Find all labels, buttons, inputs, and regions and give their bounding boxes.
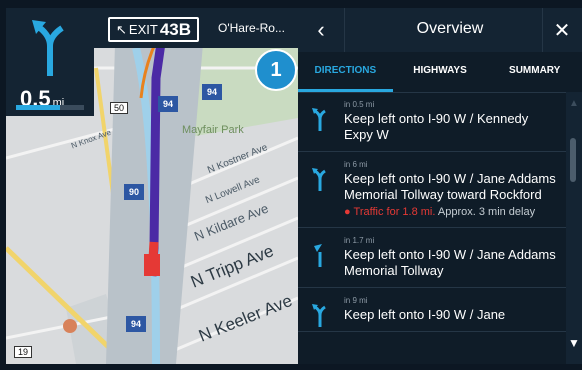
progress-fill (16, 105, 61, 110)
exit-number: 43B (159, 19, 191, 39)
navigation-screen: Mayfair Park N Knox Ave N Kostner Ave N … (0, 0, 582, 370)
keep-left-icon (312, 304, 326, 327)
traffic-notice: ● Traffic for 1.8 mi. Approx. 3 min dela… (344, 205, 560, 219)
list-item[interactable]: in 0.5 mi Keep left onto I-90 W / Kenned… (298, 92, 566, 152)
scroll-down-icon[interactable]: ▼ (568, 336, 580, 350)
step-distance: in 1.7 mi (344, 236, 375, 245)
tab-highways[interactable]: HIGHWAYS (393, 52, 488, 92)
tab-bar: DIRECTIONS HIGHWAYS SUMMARY (298, 52, 582, 93)
car-icon: ● (344, 206, 351, 218)
route-50-badge: 50 (110, 102, 129, 114)
panel-title: Overview (416, 20, 484, 37)
list-item[interactable]: in 1.7 mi Keep left onto I-90 W / Jane A… (298, 228, 566, 288)
step-distance: in 9 mi (344, 296, 368, 305)
route-overview-panel: ‹ Overview ✕ DIRECTIONS HIGHWAYS SUMMARY… (298, 8, 582, 364)
scroll-up-icon[interactable]: ▲ (569, 98, 579, 109)
interstate-94-shield: 94 (158, 96, 178, 112)
park-label: Mayfair Park (182, 124, 244, 136)
traffic-text: Traffic for 1.8 mi. (353, 206, 436, 218)
step-distance: in 0.5 mi (344, 100, 375, 109)
step-instruction: Keep left onto I-90 W / Jane Addams Memo… (344, 171, 556, 202)
list-item[interactable]: in 9 mi Keep left onto I-90 W / Jane (298, 288, 566, 332)
keep-left-icon (312, 168, 326, 191)
divider (344, 8, 345, 52)
divider (542, 8, 543, 52)
scroll-thumb[interactable] (570, 138, 576, 182)
scrollbar[interactable]: ▲ ▼ (566, 92, 582, 364)
exit-sign: ↖ EXIT 43B (108, 17, 199, 42)
exit-arrow-icon: ↖ (116, 21, 127, 37)
directions-list[interactable]: in 0.5 mi Keep left onto I-90 W / Kenned… (298, 92, 566, 364)
exit-label: EXIT (128, 22, 158, 37)
keep-left-icon (314, 244, 322, 267)
back-button[interactable]: ‹ (306, 16, 336, 44)
towards-label: O'Hare-Ro... (218, 21, 285, 35)
step-instruction: Keep left onto I-90 W / Jane Addams Memo… (344, 247, 556, 278)
tab-summary[interactable]: SUMMARY (487, 52, 582, 92)
tab-directions[interactable]: DIRECTIONS (298, 52, 393, 92)
close-button[interactable]: ✕ (548, 16, 576, 44)
step-number-badge: 1 (255, 49, 297, 91)
step-distance: in 6 mi (344, 160, 368, 169)
panel-header: ‹ Overview ✕ (298, 8, 582, 52)
delay-text: Approx. 3 min delay (437, 206, 536, 218)
interstate-94-shield: 94 (126, 316, 146, 332)
next-maneuver-panel: 0.5 mi (6, 8, 94, 116)
interstate-90-shield: 90 (124, 184, 144, 200)
keep-left-arrow-icon (32, 20, 64, 76)
signpost-bar: ↖ EXIT 43B O'Hare-Ro... (94, 8, 298, 48)
interstate-94-shield: 94 (202, 84, 222, 100)
list-item[interactable]: in 6 mi Keep left onto I-90 W / Jane Add… (298, 152, 566, 228)
route-19-badge: 19 (14, 346, 33, 358)
maneuver-progress-bar (16, 105, 84, 110)
vehicle-marker (144, 254, 160, 276)
keep-left-icon (312, 108, 326, 131)
step-instruction: Keep left onto I-90 W / Kennedy Expy W (344, 111, 529, 142)
step-instruction: Keep left onto I-90 W / Jane (344, 307, 506, 322)
poi-pin (63, 319, 77, 333)
